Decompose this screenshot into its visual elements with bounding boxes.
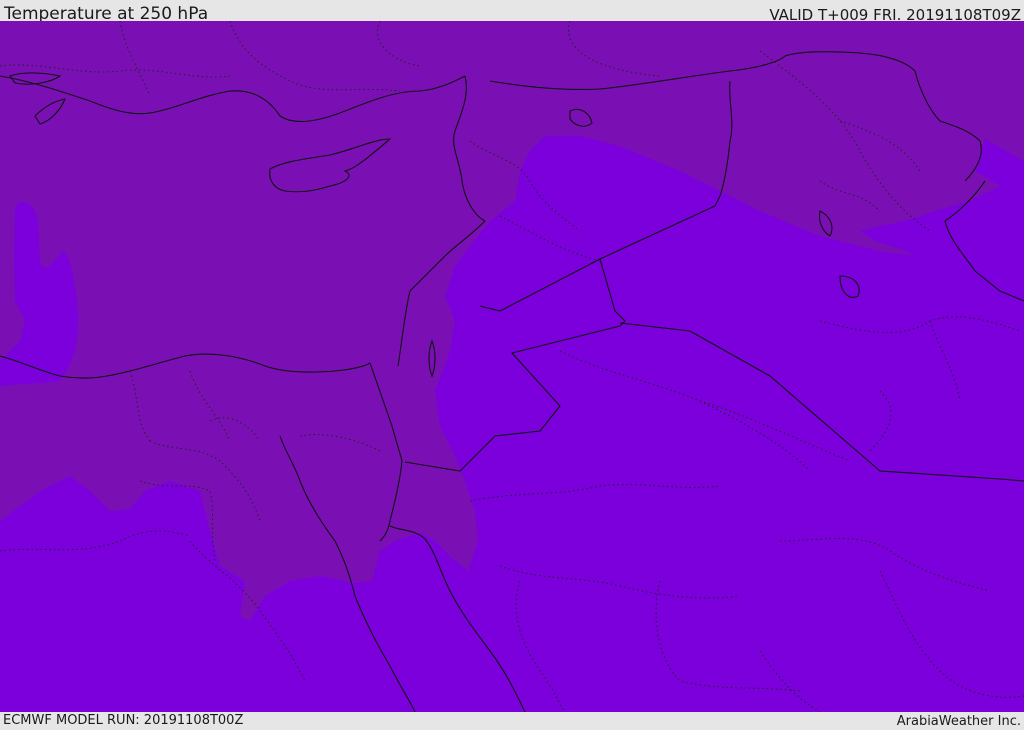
weather-map[interactable] — [0, 21, 1024, 712]
credit-label: ArabiaWeather Inc. — [896, 714, 1021, 729]
footer-bar: ECMWF MODEL RUN: 20191108T00Z ArabiaWeat… — [0, 712, 1024, 729]
header-bar: Temperature at 250 hPa VALID T+009 FRI. … — [0, 0, 1024, 24]
map-canvas — [0, 21, 1024, 712]
model-run-label: ECMWF MODEL RUN: 20191108T00Z — [3, 713, 244, 728]
